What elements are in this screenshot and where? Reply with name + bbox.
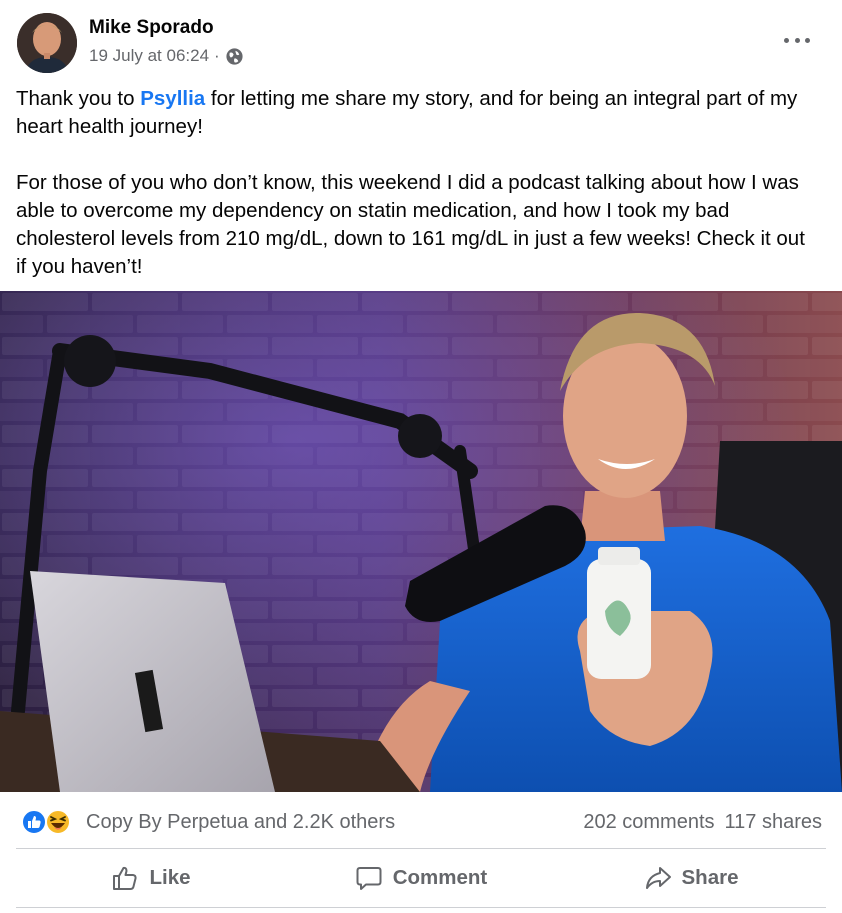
share-icon xyxy=(645,867,671,889)
post-photo[interactable] xyxy=(0,291,842,792)
thumbs-up-icon xyxy=(113,866,138,890)
page-link-psyllia[interactable]: Psyllia xyxy=(140,87,205,110)
post-date[interactable]: 19 July at 06:24 xyxy=(89,46,209,66)
globe-icon xyxy=(226,47,243,65)
comment-button[interactable]: Comment xyxy=(286,849,556,907)
reaction-icons[interactable] xyxy=(20,808,80,836)
comment-label: Comment xyxy=(392,866,488,889)
share-label: Share xyxy=(681,866,739,889)
post-paragraph-1: Thank you to Psyllia for letting me shar… xyxy=(16,87,798,138)
comment-icon xyxy=(356,867,382,890)
podcast-photo xyxy=(0,291,842,792)
shares-count[interactable]: 117 shares xyxy=(725,811,822,834)
post-text: Thank you to Psyllia for letting me shar… xyxy=(16,85,816,281)
like-reaction-icon xyxy=(21,809,47,835)
post-header: Mike Sporado 19 July at 06:24 · xyxy=(0,0,842,86)
bottom-divider xyxy=(16,907,826,908)
more-options-icon[interactable] xyxy=(784,30,810,50)
author-name[interactable]: Mike Sporado xyxy=(89,17,214,39)
engagement-counts: 202 comments 117 shares xyxy=(583,811,822,834)
comments-count[interactable]: 202 comments xyxy=(583,811,714,834)
reactions-summary[interactable]: Copy By Perpetua and 2.2K others xyxy=(86,811,395,834)
action-bar: Like Comment Share xyxy=(16,849,826,907)
haha-reaction-icon xyxy=(45,809,71,835)
post-meta: 19 July at 06:24 · xyxy=(89,46,244,66)
like-label: Like xyxy=(149,866,191,889)
meta-separator: · xyxy=(214,46,220,65)
post-paragraph-2: For those of you who don’t know, this we… xyxy=(16,171,805,278)
reactions-bar: Copy By Perpetua and 2.2K others 202 com… xyxy=(0,794,842,848)
like-button[interactable]: Like xyxy=(16,849,286,907)
avatar[interactable] xyxy=(17,13,77,73)
share-button[interactable]: Share xyxy=(556,849,826,907)
